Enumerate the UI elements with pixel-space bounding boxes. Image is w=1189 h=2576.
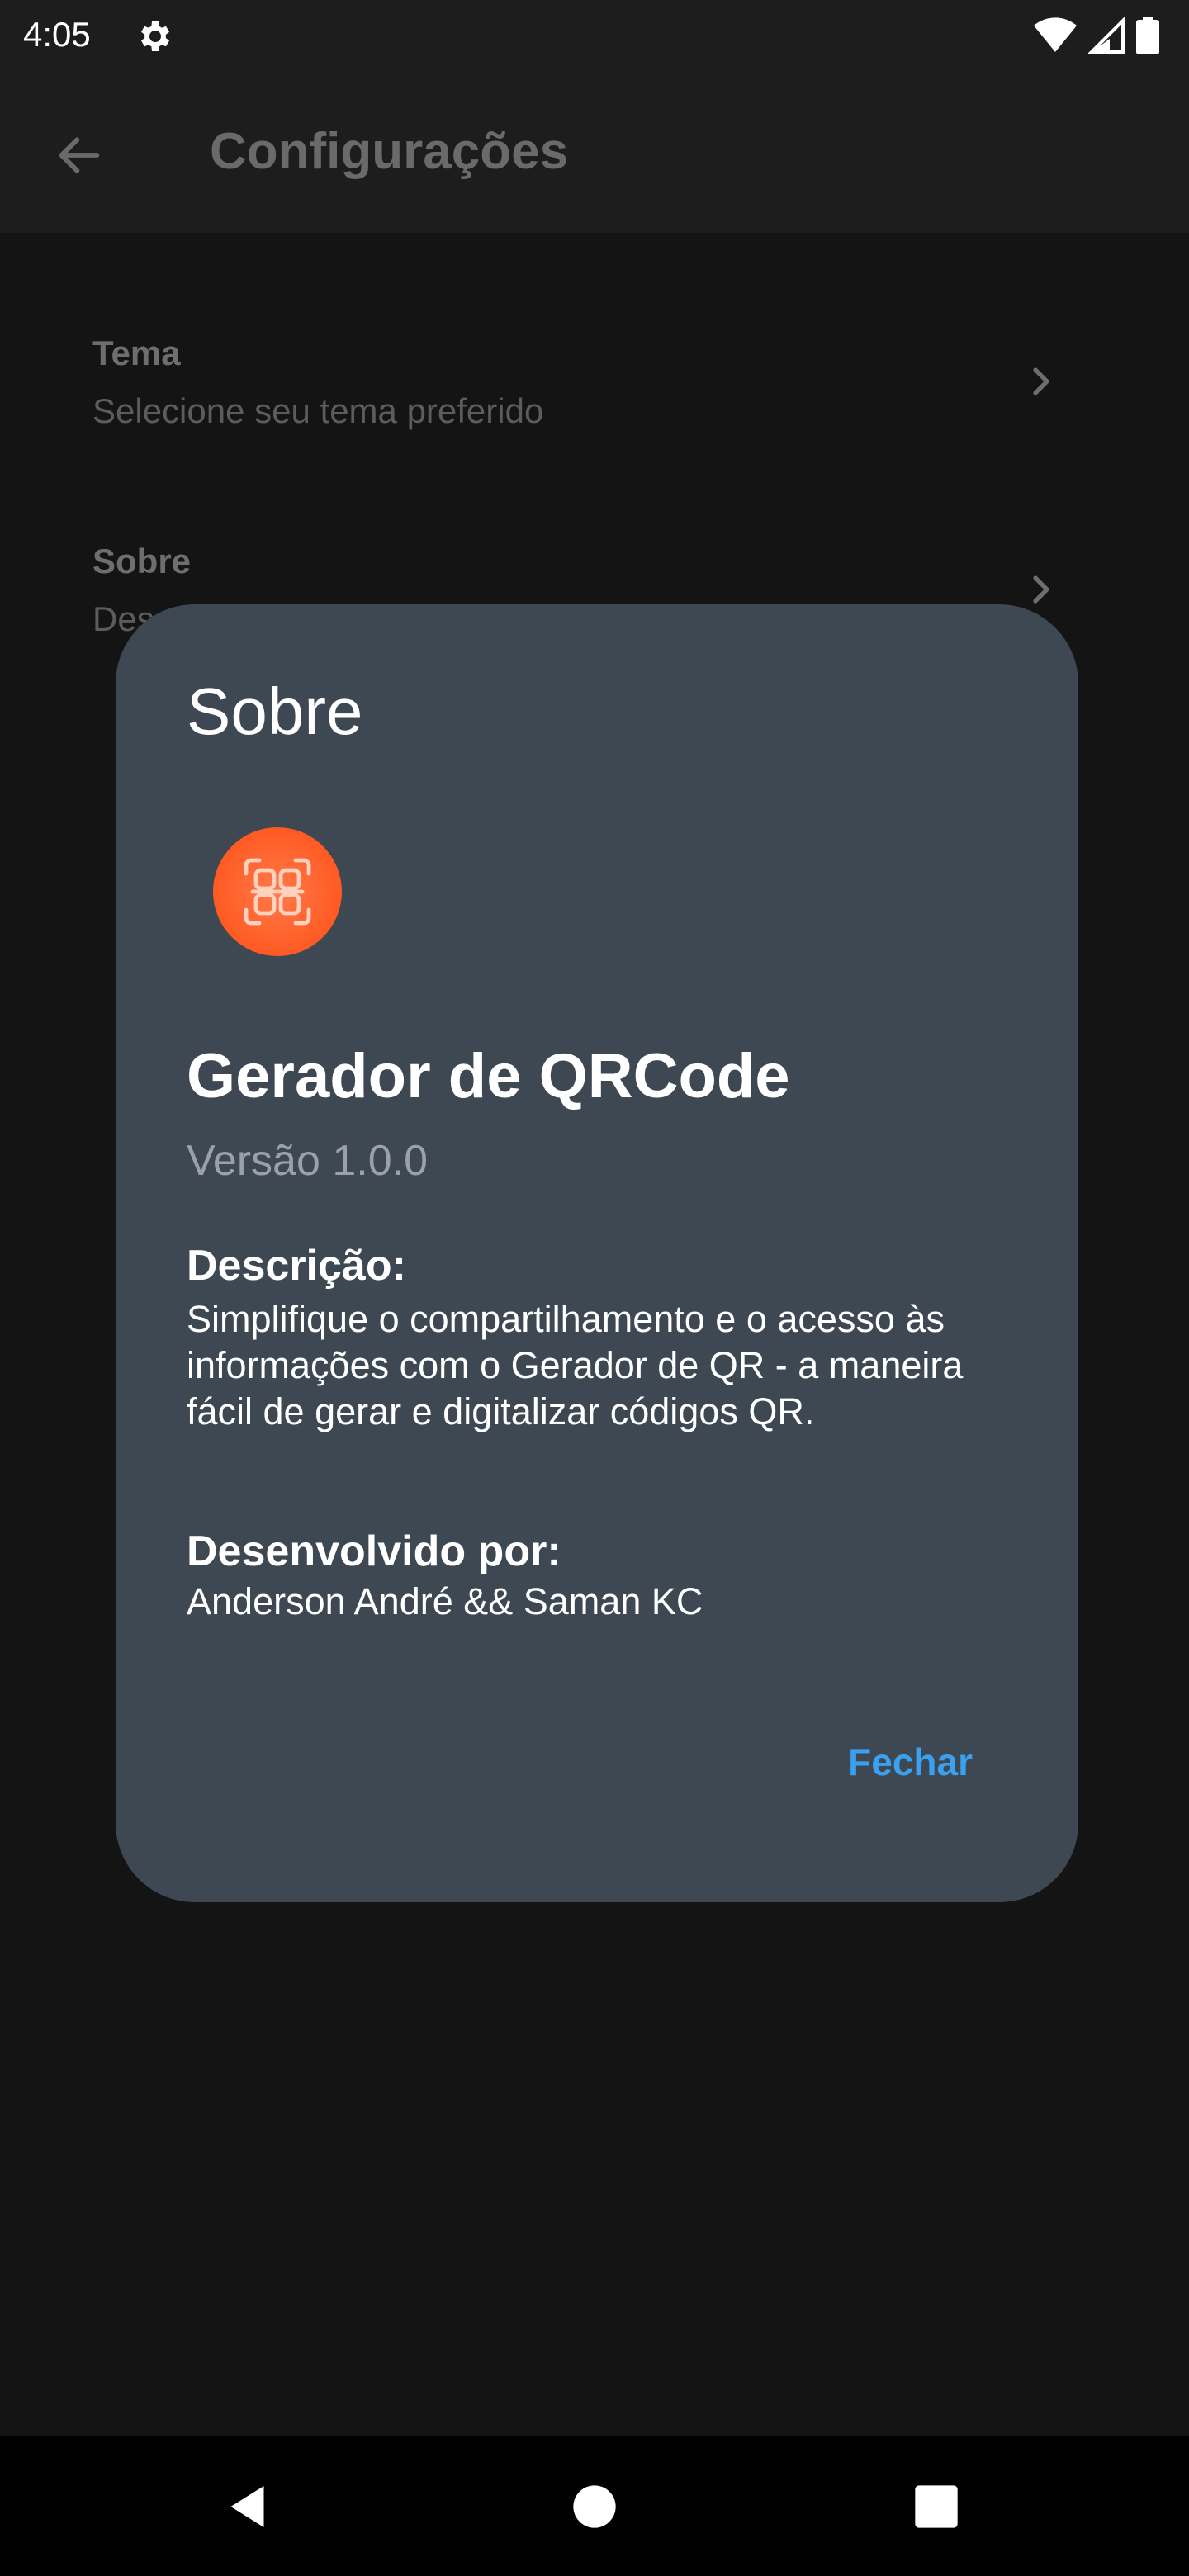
developer-label: Desenvolvido por:: [187, 1527, 561, 1575]
app-name: Gerador de QRCode: [187, 1041, 790, 1111]
description-text: Simplifique o compartilhamento e o acess…: [187, 1298, 964, 1432]
navigation-bar: [0, 2436, 1189, 2576]
close-button[interactable]: Fechar: [848, 1729, 973, 1795]
about-dialog: Sobre Gerador de QRCode Versão 1.0.0 Des…: [116, 604, 1078, 1902]
square-recents-icon: [915, 2485, 958, 2528]
qr-scan-logo-icon: [213, 827, 342, 956]
app-version: Versão 1.0.0: [187, 1137, 428, 1185]
dialog-title: Sobre: [187, 675, 363, 748]
screen: 4:05 Configurações Tema Selecione seu te…: [0, 0, 1189, 2576]
description-label: Descrição:: [187, 1242, 406, 1290]
nav-recents-button[interactable]: [907, 2477, 966, 2536]
developer-text: Anderson André && Saman KC: [187, 1580, 703, 1622]
nav-home-button[interactable]: [565, 2477, 624, 2536]
triangle-back-icon: [230, 2486, 264, 2527]
nav-back-button[interactable]: [220, 2477, 279, 2536]
circle-home-icon: [573, 2485, 616, 2528]
